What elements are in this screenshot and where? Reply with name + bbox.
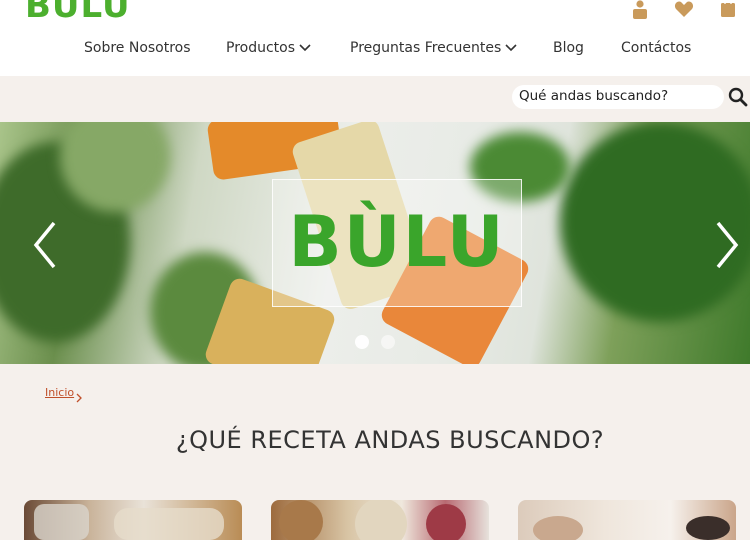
- nav-productos[interactable]: Productos: [226, 40, 311, 56]
- search-icon[interactable]: [728, 87, 748, 107]
- nav-label: Contáctos: [621, 40, 692, 56]
- brand-logo[interactable]: BULU: [25, 0, 131, 26]
- search-bar: Qué andas buscando?: [0, 76, 750, 122]
- bag-icon[interactable]: [716, 0, 740, 22]
- nav-label: Sobre Nosotros: [84, 40, 191, 56]
- massage-card[interactable]: [518, 500, 736, 540]
- chevron-right-icon: [76, 388, 82, 407]
- nav-contactos[interactable]: Contáctos: [621, 40, 691, 56]
- carousel-dot-2[interactable]: [381, 335, 395, 349]
- prev-arrow-icon[interactable]: [30, 220, 60, 270]
- main-nav: Sobre Nosotros Productos Preguntas Frecu…: [0, 40, 750, 64]
- hero-logo: BÙLU: [288, 201, 506, 283]
- chevron-down-icon: [299, 40, 311, 56]
- nav-label: Blog: [553, 40, 584, 56]
- nav-blog[interactable]: Blog: [553, 40, 584, 56]
- carousel-dot-1[interactable]: [355, 335, 369, 349]
- heart-icon[interactable]: [672, 0, 696, 22]
- section-title: ¿QUÉ RECETA ANDAS BUSCANDO?: [175, 426, 605, 454]
- chevron-down-icon: [505, 40, 517, 56]
- honey-card[interactable]: [24, 500, 242, 540]
- nav-label: Preguntas Frecuentes: [350, 40, 502, 56]
- carousel-dots: [355, 335, 395, 349]
- nav-preguntas-frecuentes[interactable]: Preguntas Frecuentes: [350, 40, 517, 56]
- honey-dipper-icon: [34, 504, 224, 540]
- nav-label: Productos: [226, 40, 296, 56]
- header-icons: [628, 0, 740, 22]
- breadcrumb-home[interactable]: Inicio: [45, 386, 74, 399]
- hero-carousel: BÙLU: [0, 122, 750, 364]
- spa-hands-icon: [533, 516, 730, 540]
- user-icon[interactable]: [628, 0, 652, 22]
- search-input[interactable]: Qué andas buscando?: [512, 85, 724, 109]
- site-header: BULU Sobre Nosotros Productos Preguntas …: [0, 0, 750, 76]
- bowls-icon: [279, 500, 466, 540]
- granola-card[interactable]: [271, 500, 489, 540]
- next-arrow-icon[interactable]: [712, 220, 742, 270]
- nav-sobre-nosotros[interactable]: Sobre Nosotros: [84, 40, 191, 56]
